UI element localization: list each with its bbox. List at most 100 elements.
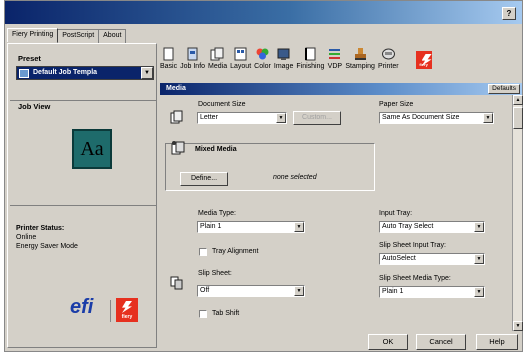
document-size-label: Document Size <box>198 101 246 108</box>
toolbar-finishing[interactable]: Finishing <box>296 45 324 83</box>
preset-value: Default Job Templa <box>33 69 98 76</box>
preset-icon <box>19 69 29 78</box>
tab-postscript[interactable]: PostScript <box>57 29 100 43</box>
custom-size-button[interactable]: Custom... <box>293 111 341 125</box>
slip-sheet-input-tray-value: AutoSelect <box>382 255 416 262</box>
toolbar-label: Media <box>208 63 228 70</box>
preset-select[interactable]: Default Job Templa ▼ <box>16 66 154 80</box>
vdp-icon <box>329 49 341 59</box>
scroll-thumb[interactable] <box>513 107 523 129</box>
left-pane: Preset Default Job Templa ▼ Job View Aa … <box>7 43 157 348</box>
slip-sheet-input-tray-label: Slip Sheet Input Tray: <box>379 242 446 249</box>
toolbar-layout[interactable]: Layout <box>230 45 251 83</box>
scroll-down-icon[interactable]: ▼ <box>513 321 523 331</box>
category-toolbar: Basic Job Info Media Layout Color Image … <box>160 45 522 83</box>
toolbar-label: Image <box>273 63 294 70</box>
document-size-value: Letter <box>200 114 218 121</box>
tab-shift-checkbox[interactable] <box>199 310 207 318</box>
stamping-icon <box>354 48 366 60</box>
chevron-down-icon[interactable]: ▼ <box>483 113 493 123</box>
chevron-down-icon[interactable]: ▼ <box>141 67 153 79</box>
chevron-down-icon[interactable]: ▼ <box>474 287 484 297</box>
section-title: Media <box>166 85 186 92</box>
toolbar-label: Printer <box>377 63 399 70</box>
define-button[interactable]: Define... <box>180 172 228 186</box>
vertical-scrollbar[interactable]: ▲ ▼ <box>512 95 523 331</box>
basic-icon <box>163 47 174 61</box>
toolbar-label: Job Info <box>180 63 206 70</box>
toolbar-label: Stamping <box>345 63 375 70</box>
color-icon <box>256 48 269 60</box>
toolbar-label: Finishing <box>296 63 325 70</box>
document-size-icon <box>170 110 183 124</box>
chevron-down-icon[interactable]: ▼ <box>474 254 484 264</box>
chevron-down-icon[interactable]: ▼ <box>294 286 304 296</box>
efi-logo: efi <box>70 296 94 318</box>
input-tray-label: Input Tray: <box>379 210 413 217</box>
slip-sheet-media-type-value: Plain 1 <box>382 288 404 295</box>
media-type-select[interactable]: Plain 1 ▼ <box>197 221 305 233</box>
tray-alignment-checkbox[interactable] <box>199 248 207 256</box>
toolbar-fiery-logo: fiery <box>415 51 432 69</box>
printer-icon <box>381 48 395 60</box>
tab-about[interactable]: About <box>98 29 127 43</box>
slip-sheet-icon <box>170 276 183 290</box>
toolbar-image[interactable]: Image <box>274 45 293 83</box>
input-tray-select[interactable]: Auto Tray Select ▼ <box>379 221 485 233</box>
document-size-select[interactable]: Letter ▼ <box>197 112 287 124</box>
slip-sheet-label: Slip Sheet: <box>198 270 232 277</box>
preset-label: Preset <box>18 54 41 63</box>
tab-shift-label: Tab Shift <box>212 310 240 317</box>
finishing-icon <box>304 47 316 61</box>
status-line-energy: Energy Saver Mode <box>16 243 78 250</box>
tab-bar: Fiery Printing PostScript About <box>7 28 127 43</box>
title-bar: ? <box>5 1 522 24</box>
mixed-media-icon <box>171 141 185 155</box>
media-type-label: Media Type: <box>198 210 237 217</box>
help-icon-button[interactable]: ? <box>502 7 516 20</box>
toolbar-media[interactable]: Media <box>208 45 227 83</box>
chevron-down-icon[interactable]: ▼ <box>294 222 304 232</box>
job-info-icon <box>187 47 198 61</box>
toolbar-basic[interactable]: Basic <box>160 45 177 83</box>
mixed-media-label: Mixed Media <box>195 146 237 153</box>
toolbar-label: Basic <box>160 63 178 70</box>
chevron-down-icon[interactable]: ▼ <box>276 113 286 123</box>
ok-button[interactable]: OK <box>368 334 408 350</box>
toolbar-color[interactable]: Color <box>254 45 271 83</box>
printer-status-label: Printer Status: <box>16 225 65 232</box>
toolbar-stamping[interactable]: Stamping <box>345 45 375 83</box>
section-header: Media Defaults <box>160 83 522 95</box>
status-line-online: Online <box>16 234 37 241</box>
printer-status: Printer Status: Online Energy Saver Mode <box>16 224 78 251</box>
paper-size-value: Same As Document Size <box>382 114 460 121</box>
paper-size-select[interactable]: Same As Document Size ▼ <box>379 112 494 124</box>
paper-size-label: Paper Size <box>379 101 414 108</box>
logo-divider <box>110 300 111 322</box>
none-selected-text: none selected <box>273 174 317 181</box>
cancel-button[interactable]: Cancel <box>416 334 466 350</box>
tray-alignment-label: Tray Alignment <box>212 248 259 255</box>
job-view-label: Job View <box>18 102 51 111</box>
slip-sheet-value: Off <box>200 287 210 294</box>
defaults-button[interactable]: Defaults <box>488 84 520 94</box>
slip-sheet-select[interactable]: Off ▼ <box>197 285 305 297</box>
chevron-down-icon[interactable]: ▼ <box>474 222 484 232</box>
image-icon <box>277 48 290 60</box>
scroll-up-icon[interactable]: ▲ <box>513 95 523 105</box>
toolbar-printer[interactable]: Printer <box>378 45 399 83</box>
help-button[interactable]: Help <box>476 334 518 350</box>
media-type-value: Plain 1 <box>200 223 222 230</box>
toolbar-label: Color <box>254 63 271 70</box>
toolbar-label: Layout <box>230 63 252 70</box>
slip-sheet-media-type-select[interactable]: Plain 1 ▼ <box>379 286 485 298</box>
job-preview-thumbnail: Aa <box>72 129 112 169</box>
slip-sheet-media-type-label: Slip Sheet Media Type: <box>379 275 451 282</box>
tab-fiery-printing[interactable]: Fiery Printing <box>7 28 59 42</box>
layout-icon <box>234 47 247 61</box>
toolbar-job-info[interactable]: Job Info <box>180 45 205 83</box>
input-tray-value: Auto Tray Select <box>382 223 434 230</box>
media-icon <box>210 47 224 61</box>
toolbar-vdp[interactable]: VDP <box>327 45 342 83</box>
slip-sheet-input-tray-select[interactable]: AutoSelect ▼ <box>379 253 485 265</box>
